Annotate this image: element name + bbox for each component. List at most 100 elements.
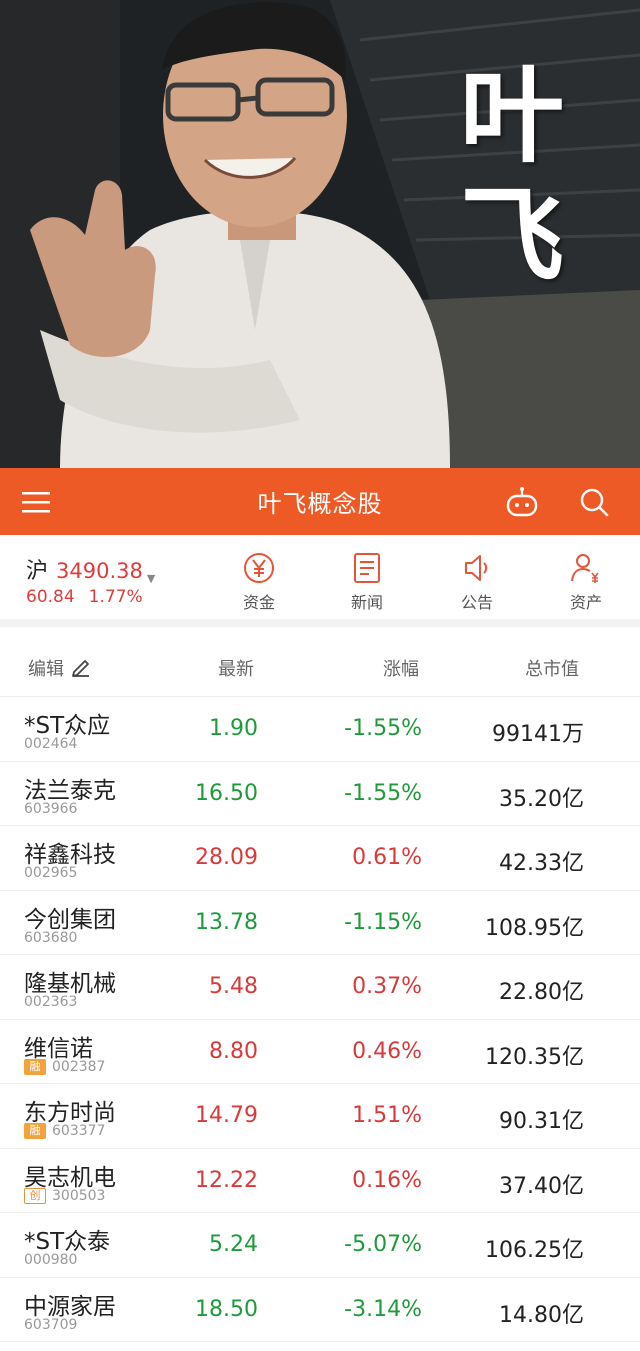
index-name: 沪 bbox=[26, 559, 49, 584]
table-row[interactable]: 中源家居 603709 18.50 -3.14% 14.80亿 bbox=[0, 1278, 640, 1342]
stock-code: 603966 bbox=[24, 800, 78, 817]
assistant-button[interactable] bbox=[494, 468, 550, 535]
stock-name: 昊志机电 bbox=[24, 1164, 116, 1191]
app-header: 叶飞概念股 bbox=[0, 468, 640, 535]
index-change-value: 60.84 bbox=[26, 587, 75, 607]
stock-code: 002387 bbox=[52, 1058, 106, 1075]
quick-action-label: 资金 bbox=[242, 593, 275, 612]
user-asset-icon bbox=[571, 554, 599, 583]
quick-bar: 沪 3490.38 ▼ 60.84 1.77% 资金 新闻 公告 资产 bbox=[0, 535, 640, 627]
quick-action-news[interactable]: 新闻 bbox=[322, 551, 412, 613]
stock-price: 13.78 bbox=[195, 909, 258, 935]
table-row[interactable]: 东方时尚 融 603377 14.79 1.51% 90.31亿 bbox=[0, 1084, 640, 1149]
menu-button[interactable] bbox=[8, 468, 64, 535]
stock-market-cap: 35.20亿 bbox=[499, 786, 584, 812]
stock-market-cap: 108.95亿 bbox=[485, 915, 584, 941]
stock-code-line: 002363 bbox=[24, 994, 77, 1010]
edit-button[interactable]: 编辑 bbox=[28, 655, 92, 681]
stock-price: 1.90 bbox=[209, 716, 258, 741]
stock-market-cap: 90.31亿 bbox=[499, 1109, 584, 1134]
stock-name: 祥鑫科技 bbox=[24, 842, 116, 868]
table-row[interactable]: 祥鑫科技 002965 28.09 0.61% 42.33亿 bbox=[0, 826, 640, 891]
stock-name: *ST众泰 bbox=[24, 1229, 111, 1255]
index-summary[interactable]: 沪 3490.38 ▼ 60.84 1.77% bbox=[26, 553, 186, 607]
speaker-icon bbox=[465, 555, 488, 581]
table-row[interactable]: *ST众应 002464 1.90 -1.55% 99141万 bbox=[0, 697, 640, 762]
table-row[interactable]: *ST众泰 000980 5.24 -5.07% 106.25亿 bbox=[0, 1213, 640, 1278]
stock-code-line: 融 002387 bbox=[24, 1058, 106, 1075]
stock-name: 今创集团 bbox=[24, 906, 116, 933]
stock-market-cap: 106.25亿 bbox=[485, 1238, 584, 1263]
stock-market-cap: 22.80亿 bbox=[499, 980, 584, 1005]
stock-code-line: 融 603377 bbox=[24, 1123, 105, 1139]
stock-name: 隆基机械 bbox=[24, 971, 116, 997]
search-button[interactable] bbox=[566, 468, 622, 535]
stock-price: 8.80 bbox=[209, 1038, 258, 1064]
stock-change-pct: -1.15% bbox=[344, 909, 422, 935]
stock-name: 法兰泰克 bbox=[24, 777, 116, 804]
index-change-pct: 1.77% bbox=[88, 587, 143, 607]
stock-code-line: 603709 bbox=[24, 1317, 77, 1333]
caret-down-icon: ▼ bbox=[146, 572, 156, 585]
stock-code: 603377 bbox=[52, 1123, 106, 1139]
index-change: 60.84 1.77% bbox=[26, 587, 143, 607]
stock-code: 002965 bbox=[24, 865, 78, 881]
stock-code: 300503 bbox=[52, 1187, 106, 1204]
table-row[interactable]: 维信诺 融 002387 8.80 0.46% 120.35亿 bbox=[0, 1020, 640, 1084]
quick-action-announcements[interactable]: 公告 bbox=[432, 551, 522, 613]
column-header-latest[interactable]: 最新 bbox=[218, 655, 254, 681]
stock-code: 603680 bbox=[24, 929, 78, 946]
stock-code-line: 002965 bbox=[24, 865, 77, 881]
quick-action-label: 资产 bbox=[569, 593, 602, 612]
edit-icon bbox=[72, 660, 89, 677]
edit-label: 编辑 bbox=[28, 659, 64, 680]
column-header-change[interactable]: 涨幅 bbox=[383, 655, 419, 681]
stock-change-pct: 0.16% bbox=[352, 1167, 422, 1193]
table-header: 编辑 最新 涨幅 总市值 bbox=[0, 635, 640, 697]
stock-change-pct: -1.55% bbox=[344, 716, 422, 741]
page-title: 叶飞概念股 bbox=[257, 490, 383, 518]
margin-trading-badge: 融 bbox=[24, 1058, 46, 1075]
stock-price: 28.09 bbox=[195, 845, 258, 870]
stock-market-cap: 37.40亿 bbox=[499, 1173, 584, 1199]
stock-name: *ST众应 bbox=[24, 713, 111, 739]
quick-action-assets[interactable]: 资产 bbox=[541, 551, 631, 613]
margin-trading-badge: 融 bbox=[24, 1123, 46, 1139]
search-icon bbox=[580, 488, 609, 516]
banner-caption-line2: 飞 bbox=[459, 175, 564, 297]
stock-change-pct: 0.37% bbox=[352, 974, 422, 999]
stock-price: 18.50 bbox=[195, 1296, 258, 1322]
quick-action-label: 公告 bbox=[460, 593, 493, 612]
table-row[interactable]: 昊志机电 创 300503 12.22 0.16% 37.40亿 bbox=[0, 1149, 640, 1213]
stock-name: 东方时尚 bbox=[24, 1100, 116, 1126]
banner-caption: 叶 飞 bbox=[452, 56, 572, 296]
stock-change-pct: 0.46% bbox=[352, 1038, 422, 1064]
stock-name: 维信诺 bbox=[24, 1035, 93, 1062]
stock-name: 中源家居 bbox=[24, 1293, 116, 1320]
stock-list: *ST众应 002464 1.90 -1.55% 99141万 法兰泰克 603… bbox=[0, 697, 640, 1342]
stock-change-pct: -1.55% bbox=[344, 780, 422, 806]
stock-change-pct: 1.51% bbox=[352, 1103, 422, 1128]
stock-price: 5.24 bbox=[209, 1232, 258, 1257]
stock-code-line: 603966 bbox=[24, 801, 77, 817]
stock-market-cap: 99141万 bbox=[492, 722, 584, 747]
stock-code-line: 000980 bbox=[24, 1252, 77, 1268]
banner-photo: 叶 飞 bbox=[0, 0, 640, 468]
stock-price: 12.22 bbox=[195, 1167, 258, 1193]
stock-code-line: 创 300503 bbox=[24, 1187, 106, 1204]
stock-market-cap: 14.80亿 bbox=[499, 1302, 584, 1328]
quick-action-label: 新闻 bbox=[350, 593, 383, 612]
chinext-badge: 创 bbox=[24, 1187, 46, 1204]
stock-market-cap: 120.35亿 bbox=[485, 1044, 584, 1070]
index-value: 3490.38 bbox=[56, 559, 143, 583]
stock-price: 5.48 bbox=[209, 974, 258, 999]
stock-change-pct: -3.14% bbox=[344, 1296, 422, 1322]
table-row[interactable]: 法兰泰克 603966 16.50 -1.55% 35.20亿 bbox=[0, 762, 640, 826]
menu-icon bbox=[22, 491, 50, 512]
table-row[interactable]: 隆基机械 002363 5.48 0.37% 22.80亿 bbox=[0, 955, 640, 1020]
stock-change-pct: 0.61% bbox=[352, 845, 422, 870]
table-row[interactable]: 今创集团 603680 13.78 -1.15% 108.95亿 bbox=[0, 891, 640, 955]
quick-action-funds[interactable]: 资金 bbox=[214, 551, 304, 613]
stock-change-pct: -5.07% bbox=[344, 1232, 422, 1257]
column-header-market-cap[interactable]: 总市值 bbox=[525, 655, 579, 681]
